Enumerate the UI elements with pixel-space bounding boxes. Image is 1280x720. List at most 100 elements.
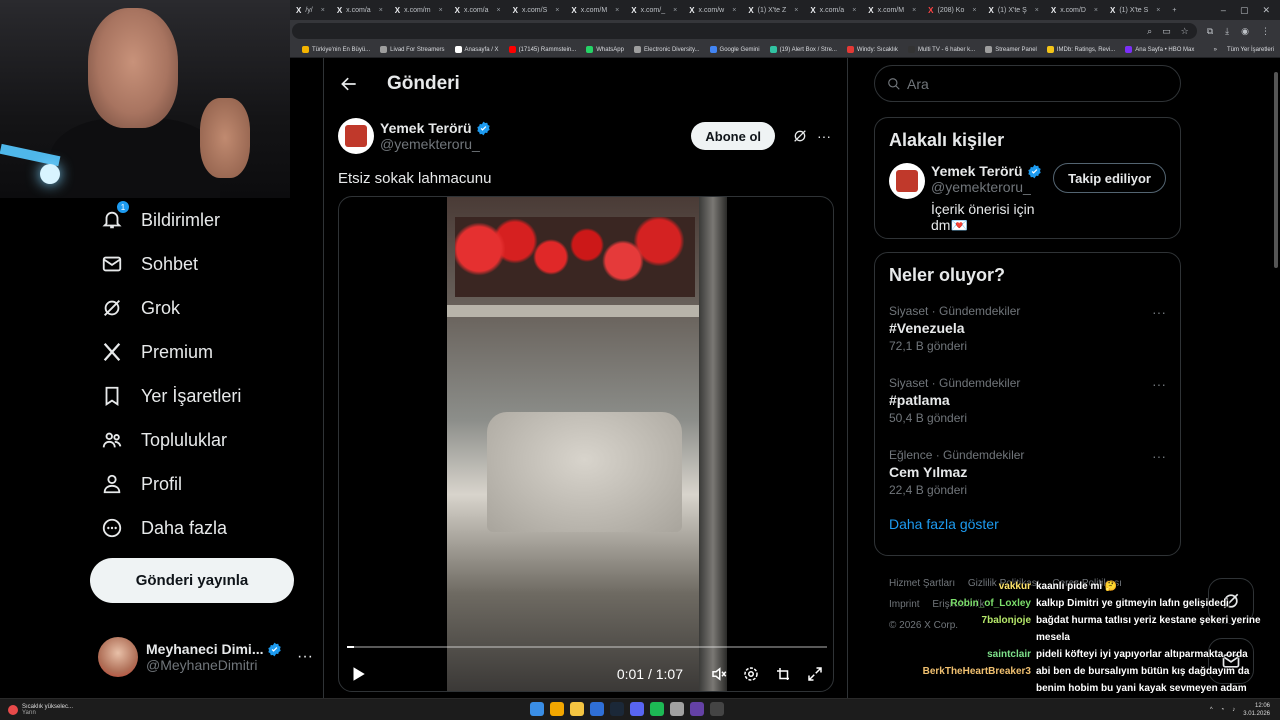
grok-icon[interactable] (791, 127, 809, 145)
account-switcher[interactable]: Meyhaneci Dimi... @MeyhaneDimitri ··· (98, 635, 313, 679)
download-icon[interactable]: ⤓ (1225, 26, 1229, 37)
avatar[interactable] (889, 163, 925, 199)
bookmark-item[interactable]: Anasayfa / X (454, 46, 499, 53)
close-icon[interactable]: × (972, 7, 976, 14)
extensions-icon[interactable]: ⧉ (1207, 26, 1213, 37)
browser-tab[interactable]: X (208) Ko × (922, 2, 982, 18)
bookmark-item[interactable]: Türkiye'nin En Büyü... (302, 46, 370, 53)
browser-tab[interactable]: Xx.com/M × (565, 2, 625, 18)
trend-item[interactable]: Eğlence · Gündemdekiler Cem Yılmaz 22,4 B … (875, 442, 1180, 514)
related-handle[interactable]: @yemekteroru_ (931, 179, 1053, 195)
new-tab-button[interactable]: + (1166, 2, 1182, 18)
close-icon[interactable]: × (379, 7, 383, 14)
trend-item[interactable]: Siyaset · Gündemdekiler #Venezuela 72,1 B … (875, 298, 1180, 370)
author-avatar[interactable] (338, 118, 374, 154)
bookmark-item[interactable]: Google Gemini (709, 46, 760, 53)
twitch-icon[interactable] (690, 702, 704, 716)
weather-widget[interactable]: Sıcaklık yükselec... Yarın (0, 704, 73, 716)
browser-tab[interactable]: Xx.com/_ × (625, 2, 683, 18)
subscribe-button[interactable]: Abone ol (691, 122, 775, 150)
nav-item-person[interactable]: Profil (90, 462, 310, 506)
close-icon[interactable]: × (439, 7, 443, 14)
post-button[interactable]: Gönderi yayınla (90, 558, 294, 603)
bookmark-item[interactable]: Ana Sayfa • HBO Max (1125, 46, 1194, 53)
back-arrow-icon[interactable] (339, 74, 359, 94)
more-icon[interactable]: ··· (1152, 448, 1166, 464)
browser-tab[interactable]: Xx.com/M × (862, 2, 922, 18)
pip-icon[interactable] (773, 664, 793, 684)
bookmark-item[interactable]: Electronic Diversity... (633, 46, 700, 53)
browser-tab[interactable]: X/y/ × (290, 2, 331, 18)
more-icon[interactable]: ··· (1152, 376, 1166, 392)
close-icon[interactable]: × (794, 7, 798, 14)
bookmark-item[interactable]: WhatsApp (586, 46, 624, 53)
bookmark-item[interactable]: Multi TV - 6 haber k... (907, 46, 975, 53)
bookmark-item[interactable]: Streamer Panel (985, 46, 1037, 53)
profile-icon[interactable]: ◉ (1241, 26, 1249, 37)
close-icon[interactable]: × (912, 7, 916, 14)
obs-icon[interactable] (710, 702, 724, 716)
fullscreen-icon[interactable] (805, 664, 825, 684)
nav-item-mail[interactable]: Sohbet (90, 242, 310, 286)
close-icon[interactable]: × (1094, 7, 1098, 14)
bookmark-item[interactable]: IMDb: Ratings, Revi... (1046, 46, 1115, 53)
photos-icon[interactable] (590, 702, 604, 716)
browser-tab[interactable]: Xx.com/w × (683, 2, 742, 18)
bookmark-star-icon[interactable]: ☆ (1181, 26, 1189, 37)
nav-item-grok[interactable]: Grok (90, 286, 310, 330)
close-icon[interactable]: × (321, 7, 325, 14)
nav-item-x-logo[interactable]: Premium (90, 330, 310, 374)
search-icon[interactable]: ⌕ (1147, 26, 1152, 37)
video-progress-bar[interactable] (347, 646, 827, 648)
spotify-icon[interactable] (650, 702, 664, 716)
close-icon[interactable]: × (615, 7, 619, 14)
minimize-icon[interactable]: – (1221, 5, 1226, 16)
video-player[interactable]: 0:01 / 1:07 (338, 196, 834, 692)
close-icon[interactable]: × (673, 7, 677, 14)
all-bookmarks-folder[interactable]: Tüm Yer İşaretleri (1227, 47, 1274, 53)
browser-tab[interactable]: Xx.com/D × (1045, 2, 1104, 18)
volume-tray-icon[interactable]: ♪ (1232, 707, 1235, 713)
chrome-icon[interactable] (550, 702, 564, 716)
cast-icon[interactable]: ▭ (1162, 26, 1171, 37)
author-name[interactable]: Yemek Terörü (380, 120, 472, 136)
browser-tab[interactable]: X (1) X'te S × (1104, 2, 1166, 18)
bookmark-item[interactable]: Windy: Sıcaklık (846, 46, 898, 53)
maximize-icon[interactable]: ▢ (1240, 5, 1249, 16)
close-icon[interactable]: × (852, 7, 856, 14)
browser-tab[interactable]: Xx.com/a × (804, 2, 862, 18)
browser-tab[interactable]: X (1) X'te Z × (742, 2, 804, 18)
nav-item-more-circle[interactable]: Daha fazla (90, 506, 310, 550)
related-name[interactable]: Yemek Terörü (931, 163, 1023, 179)
volume-icon[interactable] (709, 664, 729, 684)
browser-tab[interactable]: Xx.com/m × (389, 2, 449, 18)
close-icon[interactable]: × (1035, 7, 1039, 14)
play-icon[interactable] (349, 665, 367, 683)
trend-item[interactable]: Siyaset · Gündemdekiler #patlama 50,4 B gö… (875, 370, 1180, 442)
close-icon[interactable]: ✕ (1262, 5, 1270, 16)
browser-tab[interactable]: Xx.com/a × (331, 2, 389, 18)
tray-chevron-icon[interactable]: ^ (1210, 707, 1213, 713)
more-icon[interactable]: ··· (815, 127, 833, 145)
browser-tab[interactable]: Xx.com/S × (507, 2, 566, 18)
start-icon[interactable] (530, 702, 544, 716)
more-icon[interactable]: ··· (1152, 304, 1166, 320)
nav-item-bookmark[interactable]: Yer İşaretleri (90, 374, 310, 418)
menu-icon[interactable]: ⋮ (1261, 26, 1270, 37)
explorer-icon[interactable] (570, 702, 584, 716)
settings-gear-icon[interactable] (741, 664, 761, 684)
bookmark-item[interactable]: (17145) Rammstein... (508, 46, 576, 53)
bookmarks-more-icon[interactable]: » (1214, 47, 1217, 53)
close-icon[interactable]: × (555, 7, 559, 14)
browser-tab[interactable]: X (1) X'te Ş × (982, 2, 1044, 18)
more-icon[interactable]: ··· (297, 648, 313, 666)
bookmark-item[interactable]: (19) Alert Box / Stre... (769, 46, 837, 53)
close-icon[interactable]: × (497, 7, 501, 14)
clock[interactable]: 12:06 3.01.2026 (1243, 702, 1270, 718)
close-icon[interactable]: × (1156, 7, 1160, 14)
omnibox[interactable]: ⌕ ▭ ☆ (292, 23, 1197, 39)
wifi-icon[interactable]: ◔ (1221, 707, 1225, 713)
nav-item-people[interactable]: Topluluklar (90, 418, 310, 462)
following-button[interactable]: Takip ediliyor (1053, 163, 1166, 193)
show-more-link[interactable]: Daha fazla göster (875, 514, 1180, 534)
